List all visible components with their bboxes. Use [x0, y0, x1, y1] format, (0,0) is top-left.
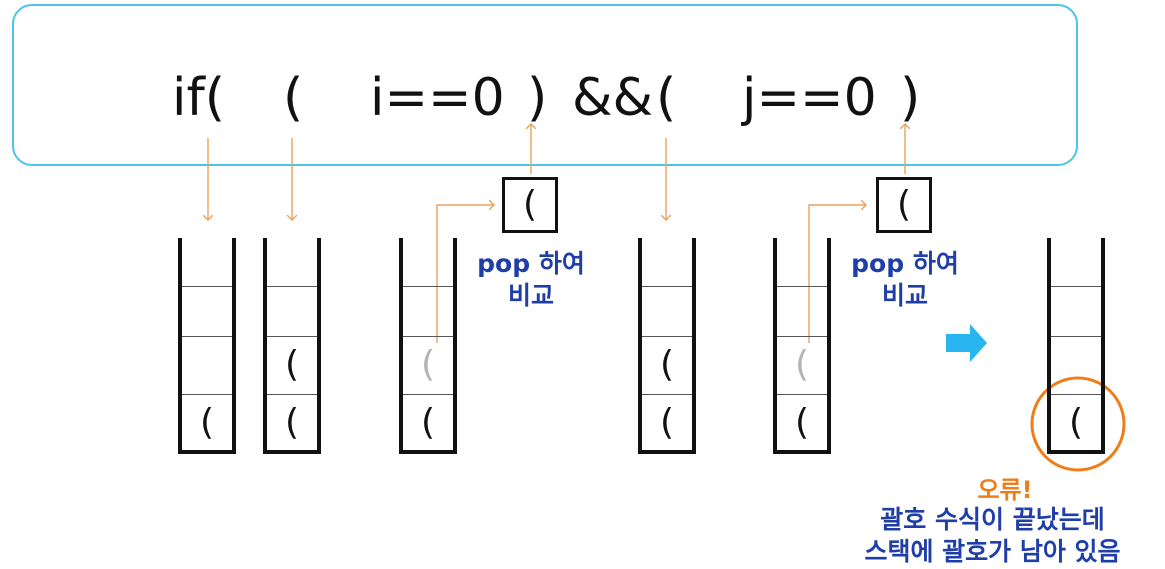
stack-5-cell-popped: ( [794, 344, 810, 385]
error-title: 오류! [977, 476, 1033, 504]
stack-2: ( ( [263, 238, 321, 454]
stack-1-cell-bottom: ( [199, 402, 215, 443]
error-message-line2: 스택에 괄호가 남아 있음 [864, 537, 1121, 566]
stack-3-cell-popped: ( [420, 344, 436, 385]
stack-4: ( ( [638, 238, 696, 454]
stack-1: ( [178, 238, 236, 454]
pop-label-2: pop 하여 비교 [835, 248, 975, 312]
pop-label-1-line1: pop 하여 [477, 249, 585, 278]
pop-label-2-line2: 비교 [881, 281, 928, 310]
stack-2-cell-bottom: ( [284, 402, 300, 443]
stack-2-cell-second: ( [284, 344, 300, 385]
next-step-arrow [946, 324, 987, 362]
stack-5-cell-bottom: ( [794, 402, 810, 443]
popped-item-box-1: ( [502, 177, 558, 233]
stack-4-cell-bottom: ( [659, 402, 675, 443]
pop-label-1: pop 하여 비교 [461, 248, 601, 312]
stack-4-cell-second: ( [659, 344, 675, 385]
stack-6-cell-bottom: ( [1068, 402, 1084, 443]
stack-3: ( ( [399, 238, 457, 454]
popped-item-box-2: ( [876, 177, 932, 233]
error-message-line1: 괄호 수식이 끝났는데 [880, 505, 1105, 534]
stack-3-cell-bottom: ( [420, 402, 436, 443]
pop-label-1-line2: 비교 [507, 281, 554, 310]
pop-label-2-line1: pop 하여 [851, 249, 959, 278]
stack-5: ( ( [773, 238, 831, 454]
stack-6-final: ( [1047, 238, 1105, 454]
